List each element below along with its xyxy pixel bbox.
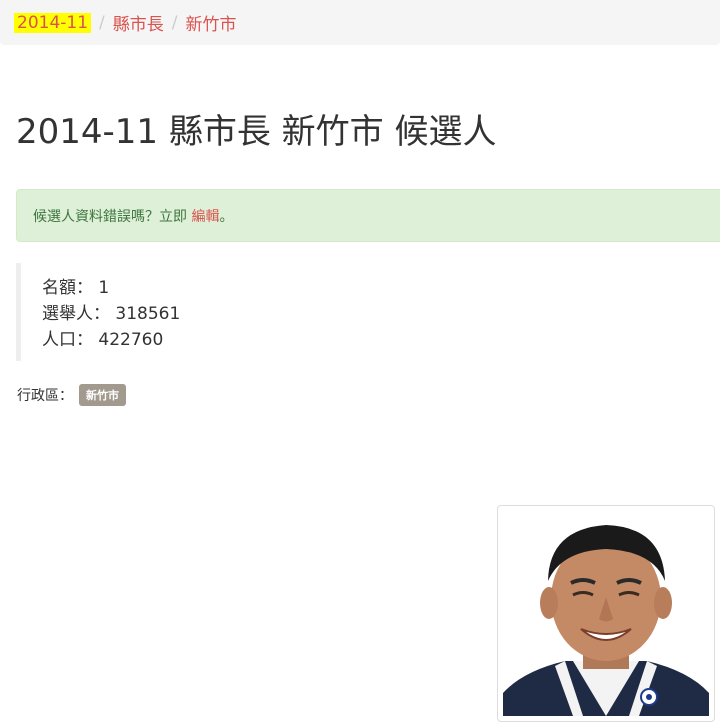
seats-row: 名額： 1 [42,275,180,301]
page-title: 2014-11 縣市長 新竹市 候選人 [16,112,497,152]
breadcrumb-item-election-date[interactable]: 2014-11 [14,12,92,33]
district-badge[interactable]: 新竹市 [79,384,126,406]
edit-link[interactable]: 編輯 [191,206,219,226]
breadcrumb-item-city[interactable]: 新竹市 [186,10,237,35]
alert-text: 候選人資料錯誤嗎？立即 [33,208,187,225]
population-value: 422760 [98,330,164,350]
breadcrumb-item-mayor[interactable]: 縣市長 [113,10,164,35]
seats-value: 1 [98,278,110,298]
candidate-photo[interactable] [497,505,715,722]
alert-suffix: 。 [219,208,234,225]
seats-label: 名額： [42,278,93,298]
population-row: 人口： 422760 [42,327,180,353]
breadcrumb: 2014-11 / 縣市長 / 新竹市 [0,0,720,45]
voters-row: 選舉人： 318561 [42,301,180,327]
breadcrumb-separator: / [171,12,178,33]
district-label: 行政區： [17,388,73,404]
edit-alert: 候選人資料錯誤嗎？立即 編輯 。 [16,189,720,242]
district-row: 行政區： 新竹市 [17,384,126,406]
election-stats: 名額： 1 選舉人： 318561 人口： 422760 [16,263,180,361]
population-label: 人口： [42,330,93,350]
candidate-portrait-image [503,511,709,716]
voters-label: 選舉人： [42,304,110,324]
voters-value: 318561 [115,304,181,324]
breadcrumb-separator: / [99,12,105,33]
